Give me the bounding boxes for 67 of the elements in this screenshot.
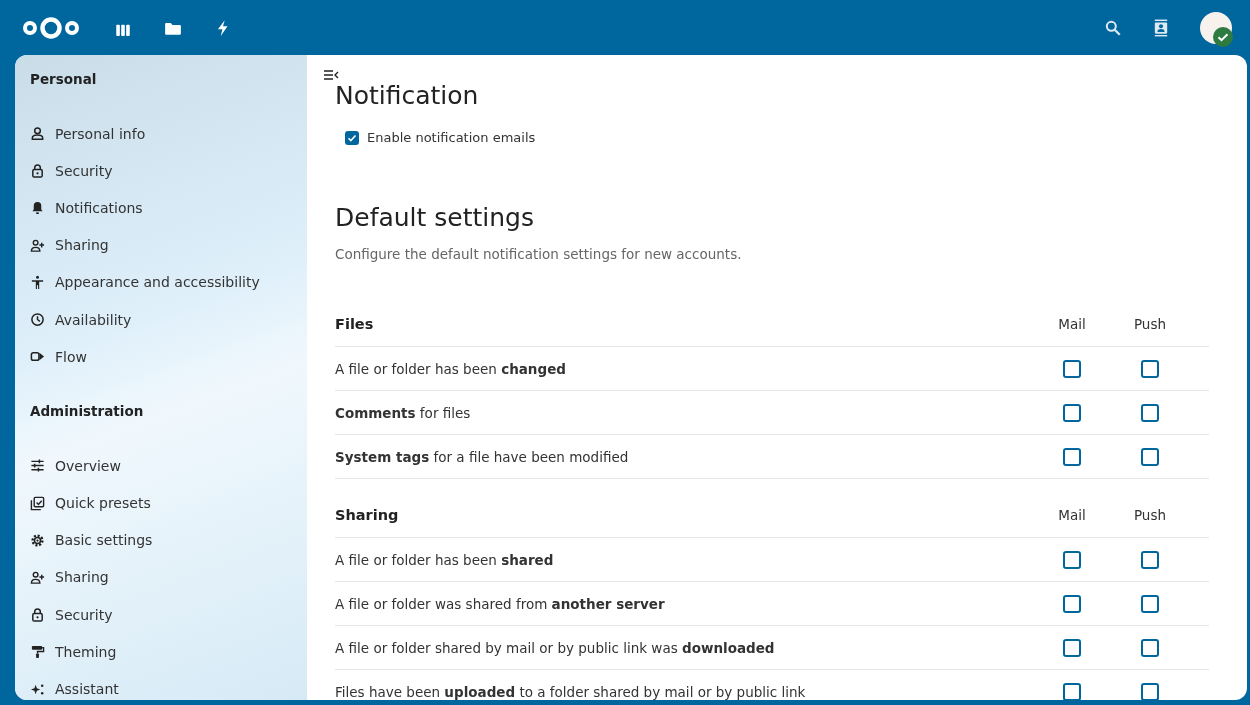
section-title: Default settings [335, 203, 534, 232]
sidebar-item[interactable]: Appearance and accessibility [30, 263, 307, 301]
mail-checkbox[interactable] [1063, 594, 1081, 613]
contacts-icon[interactable] [1152, 18, 1170, 37]
mail-checkbox[interactable] [1063, 682, 1081, 700]
push-checkbox[interactable] [1141, 594, 1159, 613]
mail-checkbox[interactable] [1063, 550, 1081, 569]
logo-icon[interactable] [22, 15, 80, 40]
section-heading: Administration [30, 403, 144, 420]
sidebar-item[interactable]: Quick presets [30, 484, 307, 522]
mail-checkbox[interactable] [1063, 447, 1081, 466]
sidebar-item[interactable]: Sharing [30, 226, 307, 264]
bell-icon [30, 200, 45, 216]
lock-icon [30, 607, 45, 623]
person-icon [30, 126, 45, 142]
checkmark-icon [347, 132, 357, 143]
page-title: Notification [335, 81, 479, 110]
sliders-icon [30, 458, 45, 474]
mail-checkbox[interactable] [1063, 359, 1081, 378]
sidebar-item[interactable]: Personal info [30, 115, 307, 153]
push-checkbox[interactable] [1141, 682, 1159, 700]
add-person-icon [30, 237, 45, 253]
sidebar-item[interactable]: Availability [30, 300, 307, 339]
sidebar-item[interactable]: Basic settings [30, 521, 307, 559]
sidebar-item[interactable]: Assistant [30, 670, 307, 700]
sidebar-item[interactable]: Security [30, 596, 307, 634]
setting-label: Files have been uploaded to a folder shared by mail or by public link [335, 683, 806, 700]
setting-label: A file or folder has been shared [335, 551, 554, 568]
paint-roller-icon [30, 644, 45, 660]
sidebar-item[interactable]: Security [30, 152, 307, 190]
mail-checkbox[interactable] [1063, 638, 1081, 657]
lock-icon [30, 163, 45, 179]
avatar[interactable] [1200, 11, 1232, 44]
gear-icon [30, 532, 45, 548]
clock-icon [30, 312, 45, 328]
search-icon[interactable] [1104, 18, 1122, 37]
group-heading: Sharing [335, 507, 399, 523]
push-checkbox[interactable] [1141, 550, 1159, 569]
setting-label: A file or folder has been changed [335, 360, 566, 377]
online-status-icon [1212, 25, 1234, 48]
sidebar-item[interactable]: Notifications [30, 189, 307, 227]
push-checkbox[interactable] [1141, 638, 1159, 657]
checkbox-label: Enable notification emails [367, 130, 536, 145]
mail-checkbox[interactable] [1063, 403, 1081, 422]
setting-label: A file or folder was shared from another server [335, 595, 665, 612]
section-description: Configure the default notification settings for new accounts. [335, 246, 743, 262]
column-header: Mail [1058, 507, 1086, 523]
push-checkbox[interactable] [1141, 447, 1159, 466]
push-checkbox[interactable] [1141, 359, 1159, 378]
section-heading: Personal [30, 71, 97, 87]
sidebar-item[interactable]: Sharing [30, 558, 307, 597]
accessibility-icon [30, 274, 45, 290]
checked-copies-icon [30, 495, 45, 511]
sidebar-item[interactable]: Flow [30, 338, 307, 376]
setting-label: Comments for files [335, 404, 471, 421]
sidebar-item[interactable]: Overview [30, 447, 307, 485]
column-header: Push [1133, 316, 1167, 332]
column-header: Mail [1058, 316, 1086, 332]
checkbox[interactable] [345, 130, 359, 145]
push-checkbox[interactable] [1141, 403, 1159, 422]
add-person-icon [30, 569, 45, 585]
sidebar-item[interactable]: Theming [30, 633, 307, 671]
setting-label: System tags for a file have been modified [335, 448, 629, 465]
collapse-menu-icon[interactable] [323, 69, 339, 81]
setting-label: A file or folder shared by mail or by public link was downloaded [335, 639, 775, 656]
group-heading: Files [335, 316, 374, 332]
column-header: Push [1133, 507, 1167, 523]
